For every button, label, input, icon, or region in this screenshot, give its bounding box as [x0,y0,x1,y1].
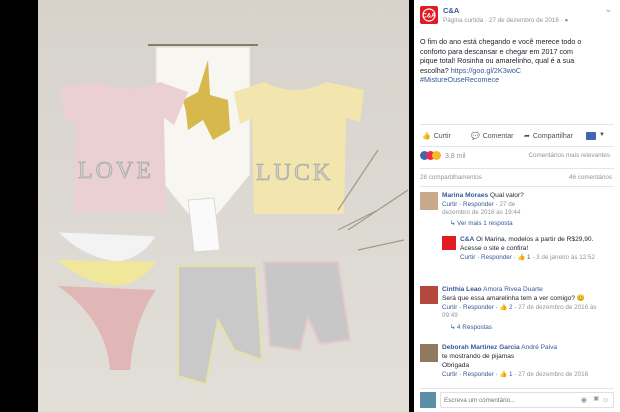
like-label: Curtir [433,133,451,140]
camera-icon[interactable]: ◉ [581,396,587,405]
post-header: C&A C&A Página curtida · 27 de dezembro … [414,4,620,28]
avatar[interactable] [420,192,438,210]
wow-reaction-icon[interactable] [432,151,441,160]
svg-text:C&A: C&A [423,14,437,20]
share-label: Compartilhar [532,133,573,140]
like-count-icon: 👍 [499,370,508,378]
divider [420,186,614,187]
comment-mention[interactable]: Amora Rivea Duarte [483,286,543,293]
comment-text: te mostrando de pijamas [442,352,515,360]
globe-icon: ● [564,17,569,24]
like-count-icon: 👍 [499,303,508,311]
comment-item: Marina Moraes Qual valor? Curtir · Respo… [442,192,612,228]
stats-row: 28 compartilhamentos 46 comentários [414,174,620,184]
comment-sort[interactable]: Comentários mais relevantes [528,152,610,160]
post-date[interactable]: 27 de dezembro de 2016 [489,17,559,24]
comment-time[interactable]: 3 de janeiro às 12:52 [536,254,595,261]
ca-logo-icon: C&A [422,8,436,22]
comment-author[interactable]: C&A [460,236,474,243]
comment-meta: Curtir · Responder · 27 de dezembro de 2… [442,200,521,217]
comment-time[interactable]: 27 de dezembro de 2016 [518,371,588,378]
view-replies-label: Ver mais 1 resposta [457,219,513,227]
reaction-count[interactable]: 3,8 mil [445,152,466,161]
page-type: Página curtida [443,17,484,24]
view-replies-link[interactable]: ↳ 4 Respostas [450,324,614,333]
post-photo[interactable]: LOVE LUCK [38,0,409,412]
comment-like-link[interactable]: Curtir [460,254,475,261]
comment-meta: Curtir · Responder · 👍 1 · 3 de janeiro … [460,253,595,261]
comment-like-link[interactable]: Curtir [442,201,457,208]
avatar[interactable] [442,236,456,250]
reply-arrow-icon: ↳ [450,219,456,227]
avatar[interactable] [420,286,438,304]
gif-icon[interactable]: ▣ [593,396,599,404]
post-text-line: escolha? [420,65,449,75]
comment-author[interactable]: Marina Moraes [442,192,488,199]
comment-author[interactable]: Deborah Martinez Garcia [442,344,520,351]
profile-picture-icon [586,132,596,140]
view-replies-label: 4 Respostas [457,323,493,331]
comment-text-2: Obrigada [442,361,470,369]
comment-reply: C&A Oi Marina, modelos a partir de R$29,… [460,236,614,262]
post-panel: C&A C&A Página curtida · 27 de dezembro … [414,0,620,412]
comment-like-link[interactable]: Curtir [442,371,457,378]
post-text-line: O fim do ano está chegando e você merece… [420,37,582,46]
post-text-line: pique total! Rosinha ou amarelinho, qual… [420,56,575,66]
comment-mention[interactable]: André Paiva [521,344,557,351]
comment-like-link[interactable]: Curtir [442,304,457,311]
like-count-icon: 👍 [517,253,526,261]
comment-reply-link[interactable]: Responder [463,201,494,208]
photo-word-luck: LUCK [256,160,333,186]
reactions-row: 3,8 mil Comentários mais relevantes [414,151,620,163]
comment-reply-link[interactable]: Responder [481,254,512,261]
share-icon: ➦ [524,133,530,140]
post-meta: Página curtida · 27 de dezembro de 2016 … [443,17,569,24]
photo-illustration: LOVE LUCK [38,0,409,412]
post-text: O fim do ano está chegando e você merece… [420,37,616,85]
comment-like-count[interactable]: 2 [509,304,513,311]
avatar[interactable] [420,344,438,362]
comment-input[interactable] [444,395,572,406]
divider [420,124,614,125]
post-text-line: conforto para descansar e chegar em 2017… [420,46,574,56]
reply-arrow-icon: ↳ [450,323,456,331]
like-button[interactable]: 👍 Curtir [422,132,451,141]
chevron-down-icon[interactable]: ⌄ [604,4,612,16]
divider [420,388,614,389]
view-replies-link[interactable]: ↳ Ver mais 1 resposta [450,220,612,229]
comment-like-count[interactable]: 1 [527,254,531,261]
smile-emoji-icon: 😊 [576,294,586,302]
comment-author[interactable]: Cinthia Leao [442,286,482,293]
comment-like-count[interactable]: 1 [509,371,513,378]
comment-text: Oi Marina, modelos a partir de R$29,90. … [460,236,594,252]
post-link[interactable]: https://goo.gl/2K3woC [451,66,521,75]
comment-item: Cinthia Leao Amora Rivea Duarte Será que… [442,286,614,332]
comment-reply-link[interactable]: Responder [463,304,494,311]
comment-composer[interactable]: ◉ ▣ ☺ [440,392,614,408]
comment-reply-link[interactable]: Responder [463,371,494,378]
comment-meta: Curtir · Responder · 👍 1 · 27 de dezembr… [442,370,589,378]
comment-item: Deborah Martinez Garcia André Paiva te m… [442,344,614,379]
comment-icon: 💬 [471,133,480,140]
comment-text: Será que essa amarelinha tem a ver comig… [442,294,576,302]
divider [420,146,614,147]
audience-selector[interactable]: ▼ [586,132,605,140]
comment-meta: Curtir · Responder · 👍 2 · 27 de dezembr… [442,303,597,320]
page-name[interactable]: C&A [443,6,459,16]
emoji-icon[interactable]: ☺ [602,396,609,405]
share-button[interactable]: ➦ Compartilhar [524,132,573,141]
photo-word-love: LOVE [78,158,154,184]
comment-text: Qual valor? [490,192,524,199]
page-avatar[interactable]: C&A [420,6,438,24]
thumbs-up-icon: 👍 [422,133,431,140]
comment-label: Comentar [482,133,514,140]
comment-button[interactable]: 💬 Comentar [471,132,513,141]
shares-count[interactable]: 28 compartilhamentos [420,174,482,182]
post-hashtag[interactable]: #MistureOuseRecomece [420,75,616,85]
lightbox: LOVE LUCK C&A C&A Página curtida · 27 de… [0,0,620,412]
comments-count[interactable]: 46 comentários [569,174,612,182]
divider [420,168,614,169]
chevron-down-icon: ▼ [599,132,605,139]
user-avatar[interactable] [420,392,436,408]
